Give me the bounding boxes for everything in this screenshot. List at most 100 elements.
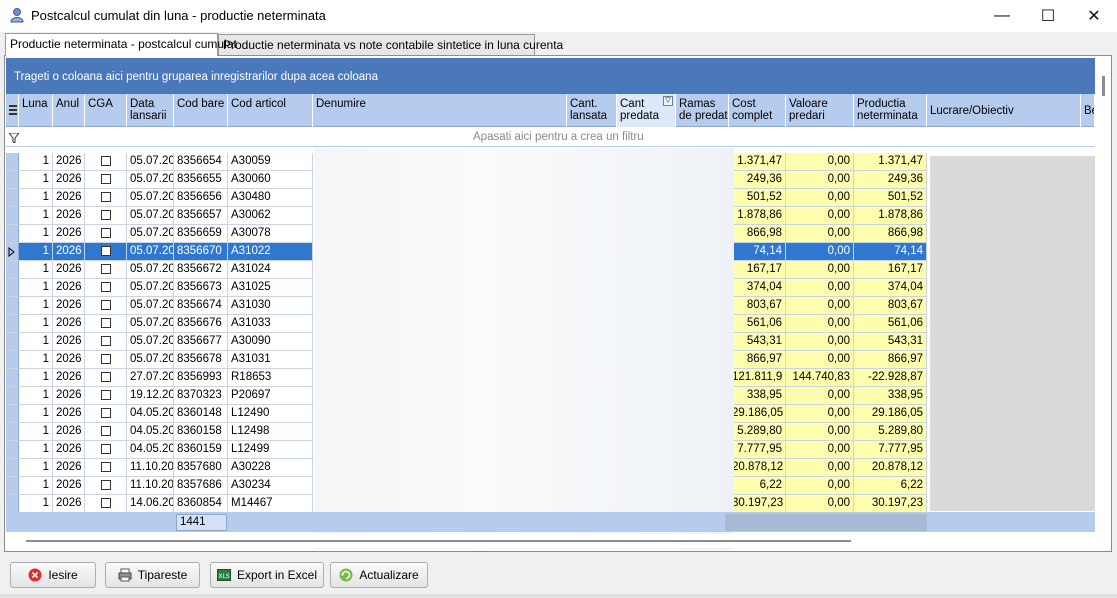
cell-productia-neterminata: 20.878,12 <box>854 459 927 477</box>
header-ramas-de-predat[interactable]: Ramas de predat <box>676 94 729 127</box>
cell-productia-neterminata: 866,97 <box>854 351 927 369</box>
cell-cost-complet: 803,67 <box>729 297 786 315</box>
minimize-button[interactable]: — <box>979 0 1025 32</box>
cga-checkbox[interactable] <box>100 336 111 346</box>
cell-cod-articol: A30059 <box>228 153 313 171</box>
cell-data-lansarii: 05.07.20 <box>127 207 174 225</box>
cell-productia-neterminata: 6,22 <box>854 477 927 495</box>
header-cod-bare[interactable]: Cod bare <box>174 94 228 127</box>
cga-checkbox[interactable] <box>100 192 111 202</box>
cga-checkbox[interactable] <box>100 462 111 472</box>
iesire-label: Iesire <box>48 568 78 582</box>
cell-productia-neterminata: 29.186,05 <box>854 405 927 423</box>
cell-data-lansarii: 04.05.20 <box>127 441 174 459</box>
iesire-button[interactable]: Iesire <box>10 562 96 588</box>
cell-cod-articol: P20697 <box>228 387 313 405</box>
cga-checkbox[interactable] <box>100 480 111 490</box>
cga-checkbox[interactable] <box>100 354 111 364</box>
cell-productia-neterminata: 561,06 <box>854 315 927 333</box>
export-excel-button[interactable]: XLS Export in Excel <box>210 562 324 588</box>
cell-cost-complet: 5.289,80 <box>729 423 786 441</box>
cell-anul: 2026 <box>53 207 85 225</box>
header-lucrare-obiectiv[interactable]: Lucrare/Obiectiv <box>927 94 1081 127</box>
header-cost-complet[interactable]: Cost complet <box>729 94 786 127</box>
cell-valoare-predari: 0,00 <box>786 477 854 495</box>
cell-luna: 1 <box>19 243 53 261</box>
header-data-lansarii[interactable]: Data lansarii <box>127 94 174 127</box>
tipareste-button[interactable]: Tipareste <box>105 562 200 588</box>
horizontal-scrollbar[interactable] <box>6 534 1095 548</box>
cell-productia-neterminata: 74,14 <box>854 243 927 261</box>
cell-data-lansarii: 05.07.20 <box>127 297 174 315</box>
cell-anul: 2026 <box>53 261 85 279</box>
row-indicator <box>6 225 19 243</box>
cell-cga <box>85 477 127 495</box>
cga-checkbox[interactable] <box>100 246 111 256</box>
cga-checkbox[interactable] <box>100 444 111 454</box>
cell-valoare-predari: 0,00 <box>786 459 854 477</box>
cell-cga <box>85 495 127 513</box>
cell-cod-articol: A30078 <box>228 225 313 243</box>
cga-checkbox[interactable] <box>100 282 111 292</box>
cga-checkbox[interactable] <box>100 408 111 418</box>
cell-cga <box>85 261 127 279</box>
row-indicator <box>6 261 19 279</box>
vertical-scrollbar[interactable] <box>1098 58 1110 550</box>
cell-cod-articol: A31025 <box>228 279 313 297</box>
horizontal-scroll-thumb[interactable] <box>26 540 851 542</box>
close-button[interactable]: ✕ <box>1071 0 1117 32</box>
cell-luna: 1 <box>19 315 53 333</box>
cell-cod-bare: 8356676 <box>174 315 228 333</box>
actualizare-button[interactable]: Actualizare <box>330 562 428 588</box>
cga-checkbox[interactable] <box>100 498 111 508</box>
cell-luna: 1 <box>19 153 53 171</box>
header-cant-lansata[interactable]: Cant. lansata <box>567 94 617 127</box>
filter-row[interactable]: Apasati aici pentru a crea un filtru <box>6 128 1095 147</box>
cell-cod-articol: L12498 <box>228 423 313 441</box>
group-by-panel[interactable]: Trageti o coloana aici pentru gruparea i… <box>6 58 1095 94</box>
refresh-icon <box>339 568 353 582</box>
cga-checkbox[interactable] <box>100 300 111 310</box>
cga-checkbox[interactable] <box>100 228 111 238</box>
vertical-scroll-thumb[interactable] <box>1102 76 1105 96</box>
header-cod-articol[interactable]: Cod articol <box>228 94 313 127</box>
cell-cga <box>85 459 127 477</box>
cell-valoare-predari: 0,00 <box>786 189 854 207</box>
data-grid[interactable]: Trageti o coloana aici pentru gruparea i… <box>6 58 1095 550</box>
cell-cga <box>85 351 127 369</box>
column-chooser-icon <box>9 105 17 115</box>
cga-checkbox[interactable] <box>100 156 111 166</box>
maximize-button[interactable]: ☐ <box>1025 0 1071 32</box>
header-next-column[interactable]: Be <box>1081 94 1095 127</box>
cell-productia-neterminata: 338,95 <box>854 387 927 405</box>
header-luna[interactable]: Luna <box>19 94 53 127</box>
cell-data-lansarii: 27.07.20 <box>127 369 174 387</box>
cga-checkbox[interactable] <box>100 390 111 400</box>
cga-checkbox[interactable] <box>100 264 111 274</box>
cga-checkbox[interactable] <box>100 318 111 328</box>
tab-postcalcul-cumulat[interactable]: Productie neterminata - postcalcul cumul… <box>5 33 237 56</box>
tab-note-contabile[interactable]: Productie neterminata vs note contabile … <box>218 34 563 55</box>
cell-cod-bare: 8360854 <box>174 495 228 513</box>
footer-count: 1441 <box>176 514 227 531</box>
header-productia-neterminata[interactable]: Productia neterminata <box>854 94 927 127</box>
cell-luna: 1 <box>19 387 53 405</box>
cell-valoare-predari: 0,00 <box>786 279 854 297</box>
cga-checkbox[interactable] <box>100 426 111 436</box>
export-label: Export in Excel <box>236 568 318 582</box>
column-filter-icon[interactable]: ▽ <box>663 96 673 106</box>
cga-checkbox[interactable] <box>100 210 111 220</box>
header-denumire[interactable]: Denumire <box>313 94 567 127</box>
cell-cod-bare: 8356659 <box>174 225 228 243</box>
header-valoare-predari[interactable]: Valoare predari <box>786 94 854 127</box>
cell-cod-bare: 8356655 <box>174 171 228 189</box>
cell-luna: 1 <box>19 207 53 225</box>
cga-checkbox[interactable] <box>100 372 111 382</box>
header-cant-predata[interactable]: Cant predata ▽ <box>617 94 676 127</box>
cga-checkbox[interactable] <box>100 174 111 184</box>
header-cga[interactable]: CGA <box>85 94 127 127</box>
header-anul[interactable]: Anul <box>53 94 85 127</box>
cell-valoare-predari: 144.740,83 <box>786 369 854 387</box>
cell-data-lansarii: 05.07.20 <box>127 225 174 243</box>
header-column-chooser[interactable] <box>6 94 19 127</box>
